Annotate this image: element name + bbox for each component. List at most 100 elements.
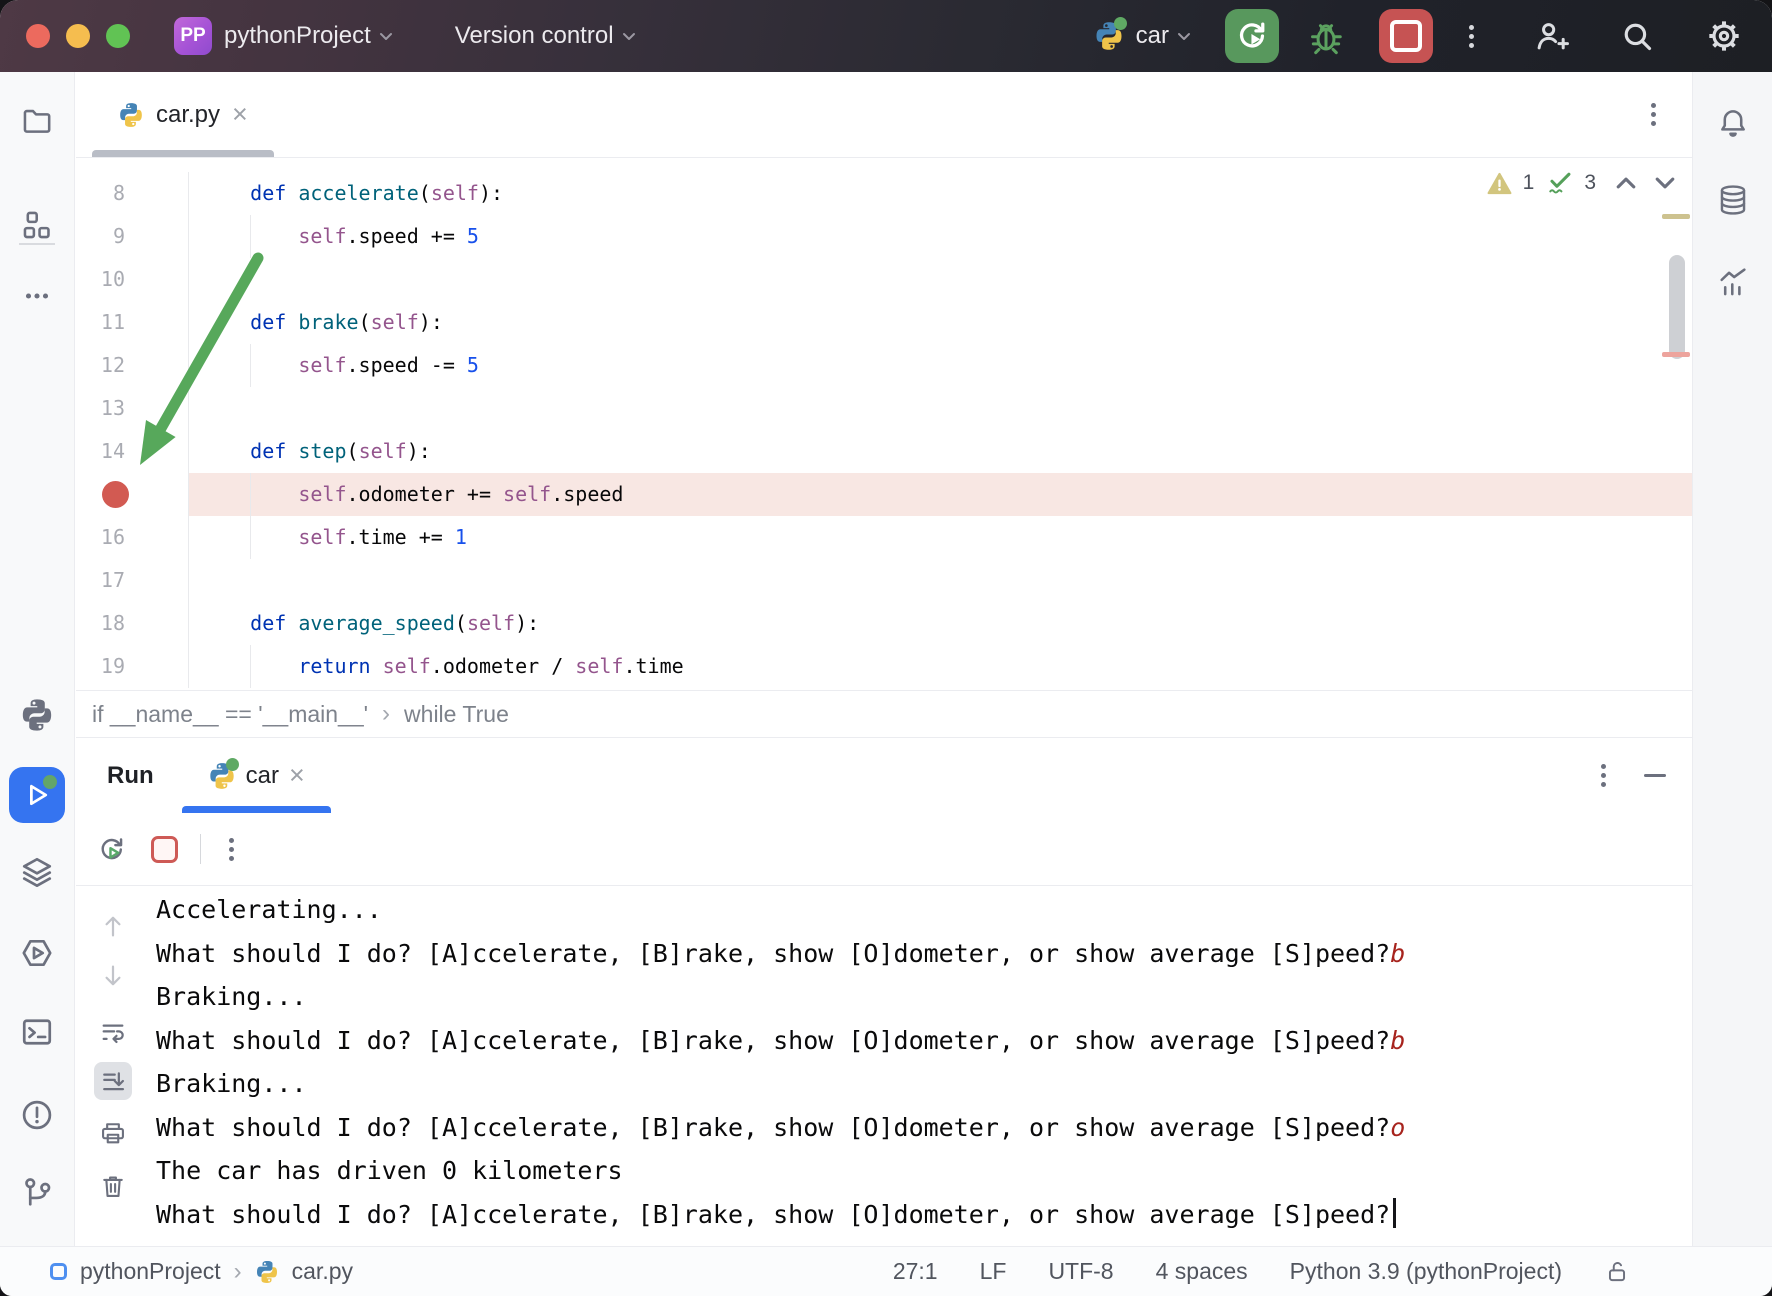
- code-text[interactable]: self.speed -= 5: [189, 344, 1692, 387]
- project-name[interactable]: pythonProject: [224, 22, 371, 50]
- warning-stripe-mark[interactable]: [1662, 214, 1690, 219]
- code-line[interactable]: 16 self.time += 1: [76, 516, 1692, 559]
- zoom-window-icon[interactable]: [106, 24, 130, 48]
- more-actions-icon[interactable]: [1469, 34, 1474, 39]
- print-button[interactable]: [94, 1114, 132, 1152]
- gutter[interactable]: 18: [76, 602, 189, 645]
- code-text[interactable]: return self.odometer / self.time: [189, 645, 1692, 688]
- code-line[interactable]: 9 self.speed += 5: [76, 215, 1692, 258]
- scroll-up-button[interactable]: [94, 907, 132, 945]
- code-line[interactable]: 8 def accelerate(self):: [76, 172, 1692, 215]
- project-badge[interactable]: PP: [174, 17, 212, 55]
- tab-options-icon[interactable]: [1651, 112, 1656, 117]
- code-line[interactable]: 14 def step(self):: [76, 430, 1692, 473]
- rerun-button[interactable]: [1225, 9, 1279, 63]
- code-line[interactable]: 19 return self.odometer / self.time: [76, 645, 1692, 688]
- gutter[interactable]: 11: [76, 301, 189, 344]
- code-text[interactable]: def step(self):: [189, 430, 1692, 473]
- status-file[interactable]: car.py: [292, 1258, 353, 1285]
- terminal-tool-button[interactable]: [19, 1014, 55, 1050]
- code-text[interactable]: [189, 258, 1692, 301]
- close-tab-icon[interactable]: ×: [289, 762, 305, 789]
- code-text[interactable]: [189, 387, 1692, 430]
- tab-car-py[interactable]: car.py ×: [92, 72, 274, 157]
- minimize-window-icon[interactable]: [66, 24, 90, 48]
- gutter[interactable]: 14: [76, 430, 189, 473]
- breadcrumb-item[interactable]: if __name__ == '__main__': [92, 701, 368, 728]
- next-problem-icon[interactable]: [1654, 176, 1676, 190]
- file-encoding[interactable]: UTF-8: [1048, 1258, 1113, 1285]
- gutter[interactable]: [76, 473, 189, 516]
- code-line[interactable]: 12 self.speed -= 5: [76, 344, 1692, 387]
- code-line[interactable]: 18 def average_speed(self):: [76, 602, 1692, 645]
- breakpoint-icon[interactable]: [102, 481, 129, 508]
- profiler-tool-button[interactable]: [1716, 265, 1750, 299]
- breadcrumb-item[interactable]: while True: [404, 701, 509, 728]
- caret-position[interactable]: 27:1: [893, 1258, 938, 1285]
- code-line[interactable]: self.odometer += self.speed: [76, 473, 1692, 516]
- soft-wrap-button[interactable]: [94, 1013, 132, 1051]
- gutter[interactable]: 19: [76, 645, 189, 688]
- gutter[interactable]: 13: [76, 387, 189, 430]
- python-packages-tool-button[interactable]: [20, 698, 54, 732]
- status-project[interactable]: pythonProject: [80, 1258, 221, 1285]
- lock-open-icon[interactable]: [1604, 1259, 1630, 1285]
- gutter[interactable]: 17: [76, 559, 189, 602]
- git-tool-button[interactable]: [19, 1175, 55, 1211]
- prev-problem-icon[interactable]: [1615, 176, 1637, 190]
- scroll-to-end-button[interactable]: [94, 1062, 132, 1100]
- code-text[interactable]: def average_speed(self):: [189, 602, 1692, 645]
- hide-panel-icon[interactable]: [1644, 774, 1666, 777]
- project-widget-icon[interactable]: [50, 1263, 67, 1280]
- run-config-selector[interactable]: car: [1136, 22, 1169, 50]
- code-text[interactable]: self.time += 1: [189, 516, 1692, 559]
- search-button[interactable]: [1618, 17, 1656, 55]
- editor-scrollbar[interactable]: [1669, 255, 1685, 359]
- database-tool-button[interactable]: [1716, 183, 1750, 217]
- code-editor[interactable]: 8 def accelerate(self):9 self.speed += 5…: [76, 158, 1692, 690]
- version-control-menu[interactable]: Version control: [455, 22, 614, 50]
- interpreter[interactable]: Python 3.9 (pythonProject): [1290, 1258, 1562, 1285]
- stop-process-button[interactable]: [151, 836, 178, 863]
- close-window-icon[interactable]: [26, 24, 50, 48]
- close-tab-icon[interactable]: ×: [232, 101, 248, 128]
- notifications-button[interactable]: [1716, 106, 1750, 140]
- services-tool-button[interactable]: [19, 854, 55, 890]
- rerun-button[interactable]: [96, 834, 127, 865]
- scroll-down-button[interactable]: [94, 957, 132, 995]
- debug-button[interactable]: [1299, 9, 1353, 63]
- gutter[interactable]: 12: [76, 344, 189, 387]
- code-line[interactable]: 17: [76, 559, 1692, 602]
- code-text[interactable]: self.speed += 5: [189, 215, 1692, 258]
- stripe-divider: [19, 243, 55, 245]
- code-line[interactable]: 10: [76, 258, 1692, 301]
- structure-tool-button[interactable]: [20, 208, 54, 242]
- line-ending[interactable]: LF: [980, 1258, 1007, 1285]
- gutter[interactable]: 10: [76, 258, 189, 301]
- run-tab-car[interactable]: car ×: [182, 738, 331, 813]
- settings-button[interactable]: [1704, 16, 1744, 56]
- gutter[interactable]: 8: [76, 172, 189, 215]
- breakpoint-stripe-mark[interactable]: [1662, 352, 1690, 357]
- problems-tool-button[interactable]: [19, 1097, 55, 1133]
- run-panel-options-icon[interactable]: [1601, 773, 1606, 778]
- code-text[interactable]: def brake(self):: [189, 301, 1692, 344]
- more-tool-windows-button[interactable]: [20, 279, 54, 313]
- code-line[interactable]: 11 def brake(self):: [76, 301, 1692, 344]
- clear-console-button[interactable]: [94, 1167, 132, 1205]
- run-tool-button-active[interactable]: [9, 767, 65, 823]
- stop-button[interactable]: [1379, 9, 1433, 63]
- gutter[interactable]: 16: [76, 516, 189, 559]
- console-more-icon[interactable]: [229, 847, 234, 852]
- inspection-widget[interactable]: 1 3: [1487, 170, 1676, 196]
- indent-setting[interactable]: 4 spaces: [1156, 1258, 1248, 1285]
- add-user-button[interactable]: [1532, 17, 1570, 55]
- run-console[interactable]: Accelerating...What should I do? [A]ccel…: [76, 886, 1692, 1246]
- gutter[interactable]: 9: [76, 215, 189, 258]
- project-tool-button[interactable]: [20, 104, 54, 138]
- python-console-tool-button[interactable]: [19, 935, 55, 971]
- code-line[interactable]: 13: [76, 387, 1692, 430]
- code-text[interactable]: self.odometer += self.speed: [189, 473, 1692, 516]
- code-text[interactable]: [189, 559, 1692, 602]
- code-text[interactable]: def accelerate(self):: [189, 172, 1692, 215]
